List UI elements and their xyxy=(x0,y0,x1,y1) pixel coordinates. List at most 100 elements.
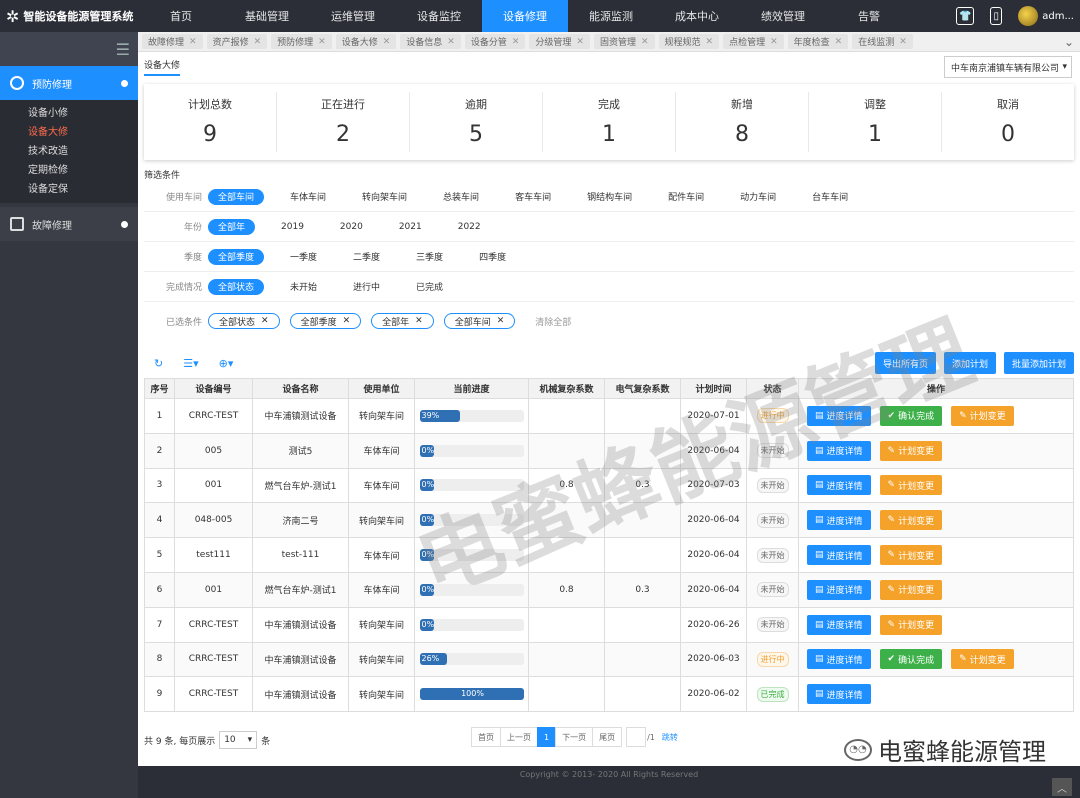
clear-all-link[interactable]: 清除全部 xyxy=(525,313,581,329)
selected-chip[interactable]: 全部状态 ✕ xyxy=(208,313,280,329)
nav-item[interactable]: 绩效管理 xyxy=(740,0,826,32)
columns-icon[interactable]: ☰▾ xyxy=(183,357,198,370)
pager-current[interactable]: 1 xyxy=(537,727,557,747)
filter-chip[interactable]: 全部状态 xyxy=(208,278,265,295)
filter-chip[interactable]: 客车车间 xyxy=(505,189,561,205)
company-select[interactable]: 中车南京浦镇车辆有限公司 ▾ xyxy=(944,56,1072,78)
page-input[interactable] xyxy=(626,727,647,747)
sidebar-item[interactable]: 设备定保 xyxy=(28,180,138,199)
close-icon[interactable]: ✕ xyxy=(835,37,843,47)
tab-item[interactable]: 设备分管 ✕ xyxy=(464,34,526,49)
user-menu[interactable]: adm... xyxy=(1018,6,1074,26)
pager-link[interactable]: 尾页 xyxy=(592,727,623,747)
chevron-down-icon[interactable]: ⌄ xyxy=(1064,35,1074,49)
filter-chip[interactable]: 总装车间 xyxy=(433,189,489,205)
close-icon[interactable]: ✕ xyxy=(343,316,351,326)
tab-item[interactable]: 在线监测 ✕ xyxy=(852,34,913,49)
filter-chip[interactable]: 2020 xyxy=(330,219,373,235)
filter-chip[interactable]: 三季度 xyxy=(406,249,453,265)
progress-detail-button[interactable]: ▤ 进度详情 xyxy=(807,405,871,426)
filter-chip[interactable]: 全部车间 xyxy=(208,188,265,205)
filter-chip[interactable]: 配件车间 xyxy=(658,189,714,205)
filter-chip[interactable]: 转向架车间 xyxy=(352,189,417,205)
confirm-complete-button[interactable]: ✔ 确认完成 xyxy=(879,405,943,426)
page-size-select[interactable]: 10 ▾ xyxy=(219,731,258,749)
export-all-button[interactable]: 导出所有页 xyxy=(874,352,936,374)
confirm-complete-button[interactable]: ✔ 确认完成 xyxy=(879,649,943,670)
tab-item[interactable]: 规程规范 ✕ xyxy=(658,34,720,49)
filter-chip[interactable]: 全部季度 xyxy=(208,248,265,265)
close-icon[interactable]: ✕ xyxy=(318,37,326,47)
filter-chip[interactable]: 全部年 xyxy=(208,218,256,235)
progress-detail-button[interactable]: ▤ 进度详情 xyxy=(807,684,871,705)
filter-chip[interactable]: 二季度 xyxy=(343,249,390,265)
refresh-icon[interactable]: ↻ xyxy=(154,357,163,370)
progress-detail-button[interactable]: ▤ 进度详情 xyxy=(807,649,871,670)
filter-chip[interactable]: 四季度 xyxy=(469,249,516,265)
plan-change-button[interactable]: ✎ 计划变更 xyxy=(879,440,943,461)
filter-chip[interactable]: 动力车间 xyxy=(730,189,786,205)
sidebar-item[interactable]: 技术改造 xyxy=(28,142,138,161)
sidebar-group-preventive[interactable]: 预防修理 xyxy=(0,66,138,100)
progress-detail-button[interactable]: ▤ 进度详情 xyxy=(807,475,871,496)
sidebar-item[interactable]: 设备小修 xyxy=(28,104,138,123)
close-icon[interactable]: ✕ xyxy=(899,37,907,47)
tab-item[interactable]: 预防修理 ✕ xyxy=(271,34,332,49)
tab-item[interactable]: 年度检查 ✕ xyxy=(787,34,849,49)
nav-item[interactable]: 设备修理 xyxy=(482,0,568,32)
filter-chip[interactable]: 车体车间 xyxy=(280,189,336,205)
plan-change-button[interactable]: ✎ 计划变更 xyxy=(879,579,943,600)
plan-change-button[interactable]: ✎ 计划变更 xyxy=(879,510,943,531)
close-icon[interactable]: ✕ xyxy=(512,37,520,47)
close-icon[interactable]: ✕ xyxy=(415,316,423,326)
pager-link[interactable]: 下一页 xyxy=(555,727,594,747)
tab-item[interactable]: 故障修理 ✕ xyxy=(142,34,203,49)
progress-detail-button[interactable]: ▤ 进度详情 xyxy=(807,510,871,531)
filter-chip[interactable]: 钢结构车间 xyxy=(577,189,642,205)
selected-chip[interactable]: 全部季度 ✕ xyxy=(289,313,362,329)
tab-item[interactable]: 设备信息 ✕ xyxy=(400,34,461,49)
tab-item[interactable]: 资产报修 ✕ xyxy=(206,34,268,49)
progress-detail-button[interactable]: ▤ 进度详情 xyxy=(807,545,871,566)
plan-change-button[interactable]: ✎ 计划变更 xyxy=(951,405,1014,426)
close-icon[interactable]: ✕ xyxy=(641,37,649,47)
close-icon[interactable]: ✕ xyxy=(576,37,584,47)
sidebar-group-fault[interactable]: 故障修理 xyxy=(0,207,138,241)
close-icon[interactable]: ✕ xyxy=(383,37,391,47)
filter-chip[interactable]: 一季度 xyxy=(280,249,327,265)
nav-item[interactable]: 成本中心 xyxy=(654,0,740,32)
filter-chip[interactable]: 台车车间 xyxy=(802,189,858,205)
go-button[interactable]: 跳转 xyxy=(656,727,684,747)
batch-add-button[interactable]: 批量添加计划 xyxy=(1003,352,1074,374)
plan-change-button[interactable]: ✎ 计划变更 xyxy=(879,614,943,635)
nav-item[interactable]: 能源监测 xyxy=(568,0,654,32)
close-icon[interactable]: ✕ xyxy=(770,37,778,47)
plan-change-button[interactable]: ✎ 计划变更 xyxy=(879,545,943,566)
selected-chip[interactable]: 全部年 ✕ xyxy=(371,313,434,329)
pager-link[interactable]: 上一页 xyxy=(500,727,538,747)
progress-detail-button[interactable]: ▤ 进度详情 xyxy=(807,579,871,600)
add-plan-button[interactable]: 添加计划 xyxy=(943,352,996,374)
scroll-top-icon[interactable]: ︿ xyxy=(1052,778,1072,796)
close-icon[interactable]: ✕ xyxy=(189,37,197,47)
filter-chip[interactable]: 进行中 xyxy=(343,279,390,295)
close-icon[interactable]: ✕ xyxy=(261,316,269,326)
filter-chip[interactable]: 2022 xyxy=(448,219,491,235)
sidebar-item[interactable]: 定期检修 xyxy=(28,161,138,180)
tab-item[interactable]: 设备大修 ✕ xyxy=(335,34,397,49)
progress-detail-button[interactable]: ▤ 进度详情 xyxy=(807,440,871,461)
export-icon[interactable]: ⊕▾ xyxy=(219,357,234,370)
pager-link[interactable]: 首页 xyxy=(471,727,501,747)
tab-item[interactable]: 固资管理 ✕ xyxy=(593,34,655,49)
menu-collapse-icon[interactable]: ☰ xyxy=(0,32,138,66)
nav-item[interactable]: 设备监控 xyxy=(396,0,482,32)
sidebar-item[interactable]: 设备大修 xyxy=(28,123,138,142)
close-icon[interactable]: ✕ xyxy=(497,316,505,326)
close-icon[interactable]: ✕ xyxy=(447,37,455,47)
tab-item[interactable]: 点检管理 ✕ xyxy=(723,34,784,49)
tab-item[interactable]: 分级管理 ✕ xyxy=(529,34,590,49)
selected-chip[interactable]: 全部车间 ✕ xyxy=(443,313,516,329)
nav-item[interactable]: 运维管理 xyxy=(310,0,396,32)
nav-item[interactable]: 基础管理 xyxy=(224,0,310,32)
filter-chip[interactable]: 已完成 xyxy=(406,279,453,295)
